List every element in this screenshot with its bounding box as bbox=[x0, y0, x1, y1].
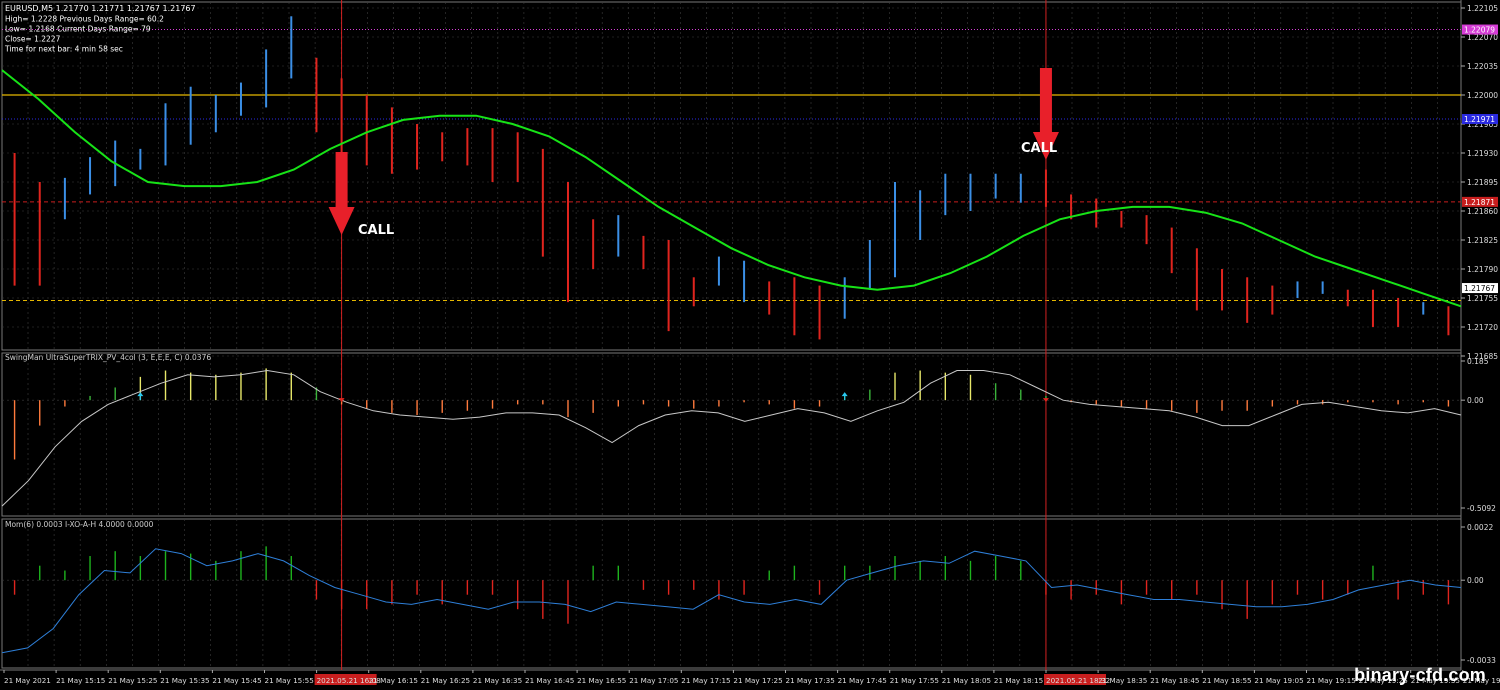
trading-chart[interactable]: 1.221051.220701.220351.220001.219651.219… bbox=[0, 0, 1500, 690]
info-line-high: High= 1.2228 Previous Days Range= 60.2 bbox=[5, 15, 164, 24]
call-label: CALL bbox=[1021, 141, 1057, 156]
call-arrow-shaft bbox=[1039, 68, 1052, 132]
trix-tick-label: 0.00 bbox=[1467, 396, 1484, 405]
price-tick-label: 1.22035 bbox=[1467, 62, 1498, 71]
price-tick-label: 1.21930 bbox=[1467, 149, 1498, 158]
price-tick-label: 1.22000 bbox=[1467, 91, 1498, 100]
time-label: 21 May 16:45 bbox=[525, 676, 574, 685]
info-line-timer: Time for next bar: 4 min 58 sec bbox=[4, 45, 123, 54]
time-label: 21 May 15:15 bbox=[56, 676, 105, 685]
time-label: 21 May 15:55 bbox=[265, 676, 314, 685]
call-arrow-shaft bbox=[335, 152, 348, 207]
price-label-text: 1.21871 bbox=[1464, 198, 1495, 207]
time-label: 21 May 16:25 bbox=[421, 676, 470, 685]
watermark: binary-cfd.com bbox=[1354, 665, 1486, 685]
price-tick-label: 1.21895 bbox=[1467, 178, 1498, 187]
time-label: 21 May 18:35 bbox=[1098, 676, 1147, 685]
info-line-close: Close= 1.2227 bbox=[5, 35, 61, 44]
symbol-header[interactable]: EURUSD,M5 1.21770 1.21771 1.21767 1.2176… bbox=[5, 4, 196, 13]
time-label: 21 May 18:55 bbox=[1202, 676, 1251, 685]
time-label: 21 May 15:45 bbox=[212, 676, 261, 685]
momentum-tick-label: 0.00 bbox=[1467, 576, 1484, 585]
time-label: 21 May 19:05 bbox=[1254, 676, 1303, 685]
price-tick-label: 1.21720 bbox=[1467, 323, 1498, 332]
momentum-tick-label: 0.0022 bbox=[1467, 523, 1493, 532]
time-label: 21 May 18:05 bbox=[942, 676, 991, 685]
call-label: CALL bbox=[358, 223, 394, 238]
momentum-tick-label: -0.0033 bbox=[1467, 656, 1496, 665]
time-label: 21 May 16:35 bbox=[473, 676, 522, 685]
time-label: 21 May 17:55 bbox=[890, 676, 939, 685]
indicator1-label: SwingMan UltraSuperTRIX_PV_4col (3, E,E,… bbox=[5, 353, 211, 362]
time-label: 21 May 16:15 bbox=[369, 676, 418, 685]
trix-tick-label: -0.5092 bbox=[1467, 504, 1496, 513]
price-tick-label: 1.21825 bbox=[1467, 236, 1498, 245]
time-label: 21 May 18:15 bbox=[994, 676, 1043, 685]
price-label-text: 1.21971 bbox=[1464, 115, 1495, 124]
price-tick-label: 1.21755 bbox=[1467, 294, 1498, 303]
time-label: 21 May 15:35 bbox=[160, 676, 209, 685]
price-label-text: 1.22079 bbox=[1464, 26, 1495, 35]
time-label: 21 May 17:05 bbox=[629, 676, 678, 685]
price-tick-label: 1.21790 bbox=[1467, 265, 1498, 274]
time-label: 21 May 15:25 bbox=[108, 676, 157, 685]
trix-tick-label: 0.185 bbox=[1467, 357, 1489, 366]
indicator2-label: Mom(6) 0.0003 I-XO-A-H 4.0000 0.0000 bbox=[5, 520, 154, 529]
info-line-low: Low= 1.2168 Current Days Range= 79 bbox=[5, 25, 151, 34]
price-label-text: 1.21767 bbox=[1464, 284, 1495, 293]
price-tick-label: 1.22105 bbox=[1467, 4, 1498, 13]
chart-background bbox=[0, 0, 1500, 690]
time-label: 21 May 18:45 bbox=[1150, 676, 1199, 685]
time-label: 21 May 16:55 bbox=[577, 676, 626, 685]
time-label: 21 May 17:25 bbox=[733, 676, 782, 685]
time-label: 21 May 17:45 bbox=[838, 676, 887, 685]
time-label: 21 May 2021 bbox=[4, 676, 51, 685]
price-tick-label: 1.21860 bbox=[1467, 207, 1498, 216]
time-label: 21 May 17:35 bbox=[786, 676, 835, 685]
time-label: 21 May 19:15 bbox=[1307, 676, 1356, 685]
time-label: 21 May 17:15 bbox=[681, 676, 730, 685]
